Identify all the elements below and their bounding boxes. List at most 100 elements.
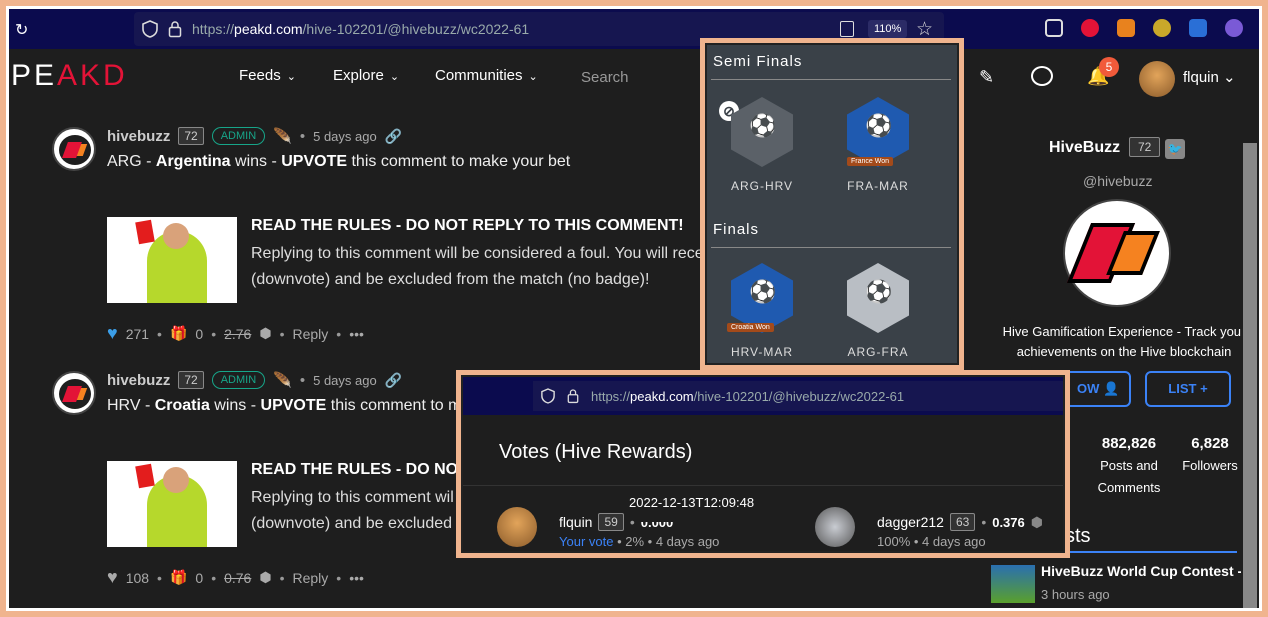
payout-value[interactable]: 2.76 xyxy=(224,326,251,342)
rules-heading: READ THE RULES - DO NOT R xyxy=(251,461,484,478)
reply-button[interactable]: Reply xyxy=(292,326,328,342)
gift-count: 0 xyxy=(195,569,204,586)
separator-dot: • xyxy=(157,325,162,342)
players-icon: ⚽ xyxy=(749,279,777,304)
list-label: LIST xyxy=(1168,381,1197,396)
team-name: Argentina xyxy=(155,153,231,170)
red-card-image xyxy=(107,217,237,303)
shield-icon[interactable] xyxy=(541,388,555,404)
notification-count-badge[interactable]: 5 xyxy=(1099,57,1119,77)
red-card xyxy=(135,219,155,245)
payout-value[interactable]: 0.76 xyxy=(224,570,251,586)
divider xyxy=(711,79,951,80)
nav-feeds-label: Feeds xyxy=(239,67,281,84)
divider xyxy=(711,247,951,248)
chat-icon[interactable] xyxy=(1031,66,1053,86)
chevron-down-icon: ⌄ xyxy=(286,71,296,83)
vote-percent: 2% xyxy=(625,534,645,549)
list-button[interactable]: LIST + xyxy=(1145,371,1231,407)
comment-author[interactable]: hivebuzz xyxy=(107,372,170,389)
metamask-icon[interactable] xyxy=(1117,19,1135,37)
pocket-icon[interactable] xyxy=(1045,19,1063,37)
scrollbar[interactable] xyxy=(1241,123,1259,608)
post-title[interactable]: HiveBuzz World Cup Contest -... xyxy=(1041,563,1254,579)
admin-badge: ADMIN xyxy=(211,371,266,389)
url-text[interactable]: https://peakd.com/hive-102201/@hivebuzz/… xyxy=(591,389,904,404)
upvote-heart-icon[interactable]: ♥ xyxy=(107,567,118,588)
twitter-icon[interactable]: 🐦 xyxy=(1165,139,1185,159)
voter-avatar[interactable] xyxy=(497,507,537,547)
lock-icon[interactable] xyxy=(168,20,182,38)
gift-icon[interactable]: 🎁 xyxy=(170,569,187,586)
shield-icon[interactable] xyxy=(142,20,158,38)
nav-communities[interactable]: Communities ⌄ xyxy=(435,67,538,84)
address-bar[interactable]: https://peakd.com/hive-102201/@hivebuzz/… xyxy=(533,381,1063,411)
profile-extension-icon[interactable] xyxy=(1225,19,1243,37)
comment: hivebuzz 72 ADMIN 🪶 • 5 days ago 🔗 ARG -… xyxy=(49,127,749,347)
voter-row: flquin 59 • 0.000 xyxy=(559,513,673,531)
gift-icon[interactable]: 🎁 xyxy=(170,325,187,342)
comment-actions: ♥ 271 • 🎁 0 • 2.76 ⬢ • Reply • ••• xyxy=(107,323,364,344)
won-ribbon: France Won xyxy=(847,157,893,166)
bitwarden-icon[interactable] xyxy=(1189,19,1207,37)
logo-accent: A xyxy=(57,59,81,92)
scrollbar-thumb[interactable] xyxy=(1243,143,1257,608)
vote-count[interactable]: 108 xyxy=(126,570,149,586)
profile-name[interactable]: HiveBuzz xyxy=(1049,139,1120,157)
search-input[interactable]: Search xyxy=(581,69,629,86)
write-post-pen-icon[interactable]: ✎ xyxy=(979,67,994,88)
comment-author[interactable]: hivebuzz xyxy=(107,128,170,145)
comment-body: HRV - Croatia wins - UPVOTE this comment… xyxy=(107,397,470,415)
voter-avatar[interactable] xyxy=(815,507,855,547)
rules-text: Replying to this comment wil (downvote) a… xyxy=(251,485,454,537)
comment-actions: ♥ 108 • 🎁 0 • 0.76 ⬢ • Reply • ••• xyxy=(107,567,364,588)
peakd-logo[interactable]: PEAKD xyxy=(11,59,128,93)
comment-meta: hivebuzz 72 ADMIN 🪶 • 5 days ago 🔗 xyxy=(107,371,402,389)
reply-button[interactable]: Reply xyxy=(292,570,328,586)
votes-overlay: https://peakd.com/hive-102201/@hivebuzz/… xyxy=(456,370,1070,558)
post-thumbnail[interactable] xyxy=(991,565,1035,603)
lock-icon[interactable] xyxy=(567,388,579,404)
comment-time[interactable]: 5 days ago xyxy=(313,373,377,388)
comment-avatar[interactable] xyxy=(52,371,96,415)
vote-count[interactable]: 271 xyxy=(126,326,149,342)
nav-feeds[interactable]: Feeds ⌄ xyxy=(239,67,296,84)
logo-text-tail: KD xyxy=(80,59,128,92)
url-text[interactable]: https://peakd.com/hive-102201/@hivebuzz/… xyxy=(192,21,529,37)
keychain-extension-icon[interactable] xyxy=(1081,19,1099,37)
nav-explore-label: Explore xyxy=(333,67,384,84)
voter-name[interactable]: flquin xyxy=(559,514,592,530)
extension-icon[interactable] xyxy=(1153,19,1171,37)
badge-arg-fra[interactable]: ⚽ xyxy=(847,263,909,333)
chevron-down-icon: ⌄ xyxy=(1223,69,1236,86)
permalink-icon[interactable]: 🔗 xyxy=(385,128,402,145)
semi-finals-heading: Semi Finals xyxy=(713,53,803,70)
followers-count[interactable]: 6,828 xyxy=(1175,435,1245,452)
comment-time[interactable]: 5 days ago xyxy=(313,129,377,144)
nav-explore[interactable]: Explore ⌄ xyxy=(333,67,399,84)
badge-arg-hrv[interactable]: ⚽ xyxy=(731,97,793,167)
user-avatar[interactable] xyxy=(1139,61,1175,97)
won-ribbon: Croatia Won xyxy=(727,323,774,332)
divider xyxy=(463,485,1063,486)
zoom-level[interactable]: 110% xyxy=(868,20,908,38)
posts-underline xyxy=(1063,551,1237,553)
more-options-button[interactable]: ••• xyxy=(349,326,364,342)
feather-icon: 🪶 xyxy=(273,372,292,389)
players-icon: ⚽ xyxy=(749,113,777,138)
admin-badge: ADMIN xyxy=(211,127,266,145)
posts-count[interactable]: 882,826 xyxy=(1089,435,1169,452)
user-menu[interactable]: flquin ⌄ xyxy=(1183,68,1236,86)
upvote-word: UPVOTE xyxy=(281,153,348,170)
reload-icon[interactable]: ↻ xyxy=(15,20,33,39)
voter-name[interactable]: dagger212 xyxy=(877,514,944,530)
comment-text: wins - xyxy=(230,153,282,170)
comment-avatar[interactable] xyxy=(52,127,96,171)
permalink-icon[interactable]: 🔗 xyxy=(385,372,402,389)
rules-line: (downvote) and be excluded from the matc… xyxy=(251,271,650,288)
badges-panel: Semi Finals ⊘ ⚽ ARG-HRV ⚽ France Won FRA… xyxy=(705,43,959,365)
more-options-button[interactable]: ••• xyxy=(349,570,364,586)
votes-title: Votes (Hive Rewards) xyxy=(499,441,693,463)
upvote-heart-icon[interactable]: ♥ xyxy=(107,323,118,344)
reader-view-icon[interactable] xyxy=(840,21,854,37)
